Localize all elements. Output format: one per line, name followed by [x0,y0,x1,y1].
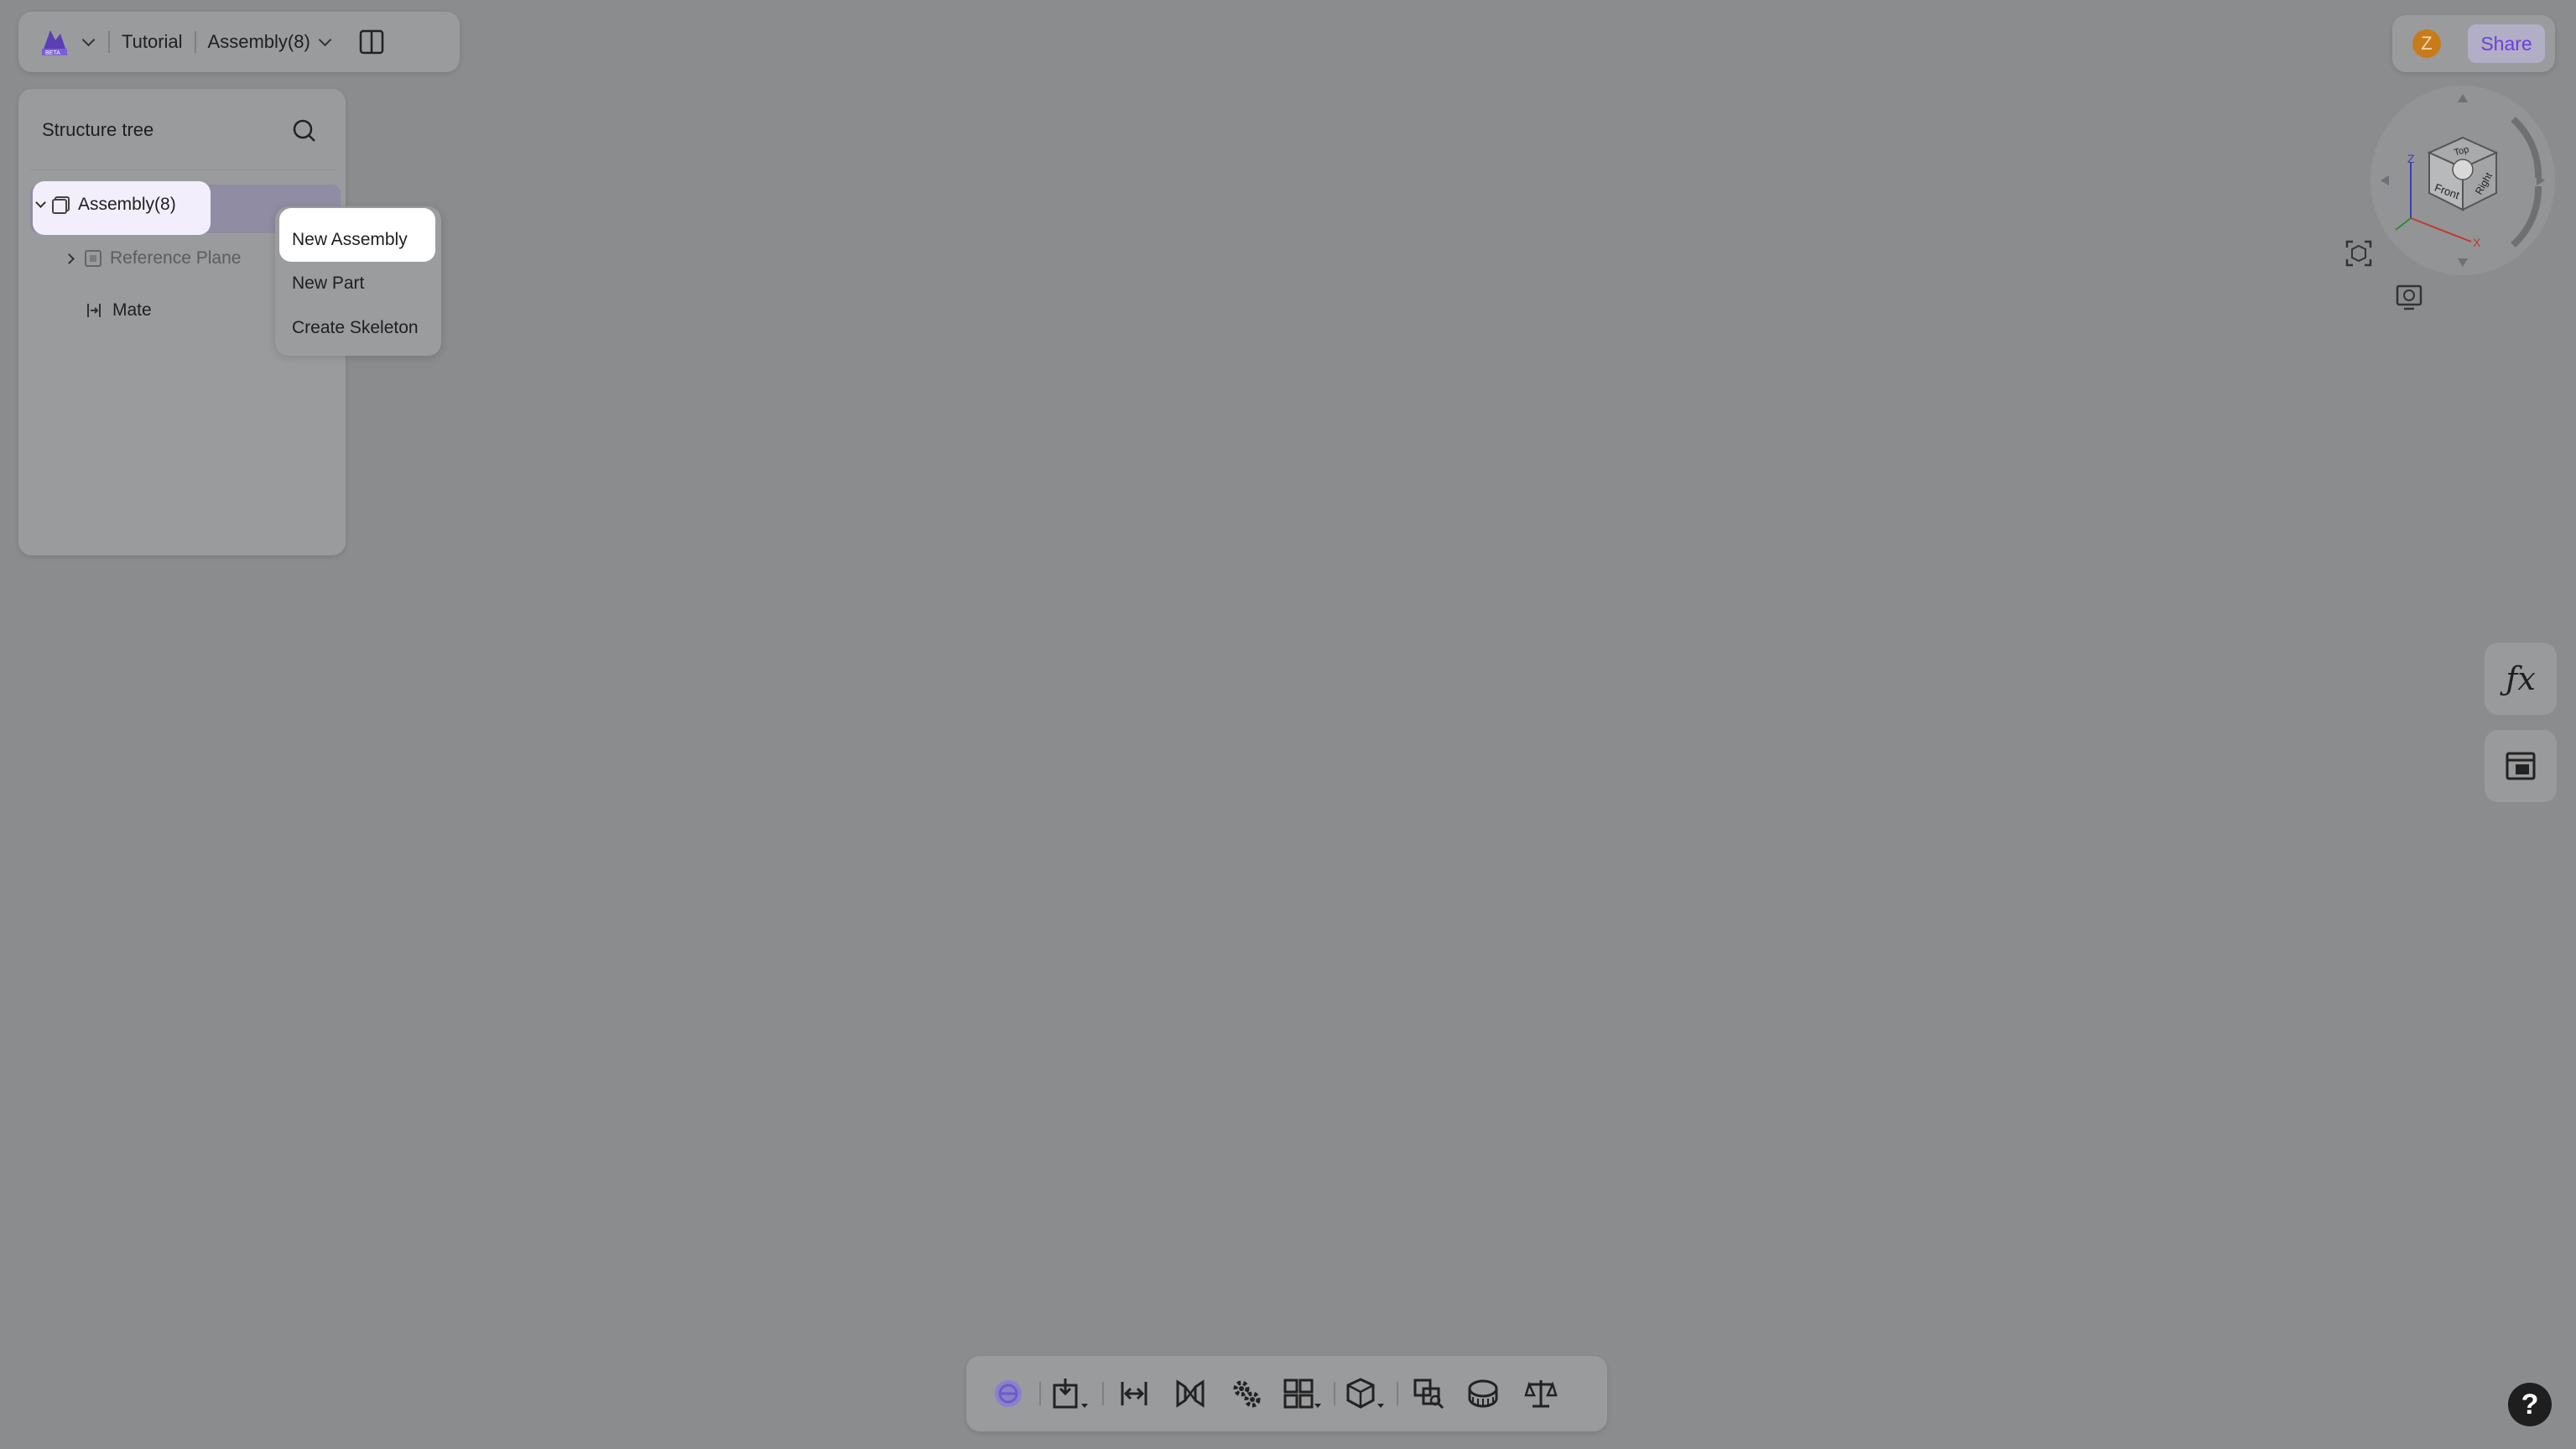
interference-icon [1413,1379,1444,1410]
arrow-up-icon[interactable] [2458,94,2468,102]
rotate-arc-icon[interactable] [2511,117,2542,179]
fit-view-button[interactable] [2344,238,2374,273]
view-cube[interactable]: Top Front Right Z X [2370,86,2555,275]
bottom-toolbar [966,1356,1607,1431]
arrow-down-icon[interactable] [2458,258,2468,267]
function-icon: ƒx [2506,660,2536,697]
top-bar: BETA Tutorial Assembly(8) [18,12,460,72]
arrow-left-icon[interactable] [2381,175,2389,185]
menu-item-create-skeleton[interactable]: Create Skeleton [292,318,419,338]
divider [1039,1382,1041,1405]
assembly-icon [52,196,70,214]
app-logo-menu[interactable]: BETA [39,25,96,59]
project-name[interactable]: Tutorial [122,31,183,53]
divider [194,31,196,53]
split-panel-icon [359,29,384,55]
interference-check-button[interactable] [1403,1368,1454,1419]
measure-button[interactable] [1460,1368,1510,1419]
chevron-down-icon[interactable] [318,33,332,46]
insert-part-icon [1053,1379,1088,1409]
share-button[interactable]: Share [2468,24,2545,63]
y-axis [2395,217,2412,231]
cube-section-icon [1346,1378,1384,1409]
tape-measure-icon [1468,1379,1498,1408]
toolbar-mode-button[interactable] [983,1368,1033,1419]
divider [108,31,110,53]
table-icon [2506,752,2536,780]
chevron-right-icon[interactable] [64,253,75,264]
avatar[interactable]: Z [2412,29,2441,58]
document-name[interactable]: Assembly(8) [208,31,310,53]
view-cube-graphic: Top Front Right Z X [2381,94,2545,267]
panel-title: Structure tree [42,119,154,140]
display-mode-button[interactable] [2394,282,2424,316]
pattern-button[interactable] [1278,1368,1328,1419]
balance-scale-icon [1524,1380,1558,1408]
mass-properties-button[interactable] [1516,1368,1566,1419]
gear-icon [1233,1380,1261,1408]
cube-icon: Top Front Right [2427,136,2499,211]
z-axis-label: Z [2407,152,2415,165]
assembly-mode-icon [995,1380,1022,1407]
mate-icon [87,304,101,317]
section-view-button[interactable] [1340,1368,1391,1419]
tree-item-assembly[interactable]: Assembly(8) [35,195,176,215]
insert-part-button[interactable] [1046,1368,1096,1419]
display-mode-icon [2396,284,2422,310]
properties-panel-button[interactable] [2485,730,2557,802]
mechanical-mate-button[interactable] [1165,1368,1215,1419]
formula-button[interactable]: ƒx [2485,643,2557,715]
rotate-arc-icon[interactable] [2511,185,2542,248]
pattern-icon [1283,1379,1321,1409]
fit-view-icon [2345,240,2372,267]
divider [1102,1382,1104,1405]
search-button[interactable] [291,117,318,149]
tree-item-reference-plane[interactable]: Reference Plane [64,248,242,268]
divider [1334,1382,1335,1405]
x-axis [2410,217,2472,242]
chevron-down-icon [81,33,96,46]
menu-item-new-assembly[interactable]: New Assembly [292,230,408,250]
plane-icon [85,250,101,267]
app-logo-icon: BETA [42,30,67,56]
context-menu: New Assembly New Part Create Skeleton [275,206,441,356]
search-icon [293,119,315,142]
toggle-panel-button[interactable] [358,29,385,55]
mate-button[interactable] [1109,1368,1159,1419]
tree-item-mate[interactable]: Mate [84,300,152,321]
divider [30,169,337,170]
help-button[interactable]: ? [2508,1383,2552,1426]
tree-item-label: Reference Plane [110,248,242,268]
svg-text:BETA: BETA [45,50,60,56]
header-right: Z Share [2392,15,2555,72]
gear-mate-button[interactable] [1221,1368,1272,1419]
x-axis-label: X [2473,236,2481,249]
chevron-down-icon[interactable] [35,196,46,208]
tree-item-label: Assembly(8) [78,195,176,214]
tree-item-label: Mate [112,300,152,320]
mechanical-mate-icon [1176,1379,1205,1408]
mate-icon [1121,1382,1147,1405]
menu-item-new-part[interactable]: New Part [292,274,364,294]
divider [1397,1382,1398,1405]
